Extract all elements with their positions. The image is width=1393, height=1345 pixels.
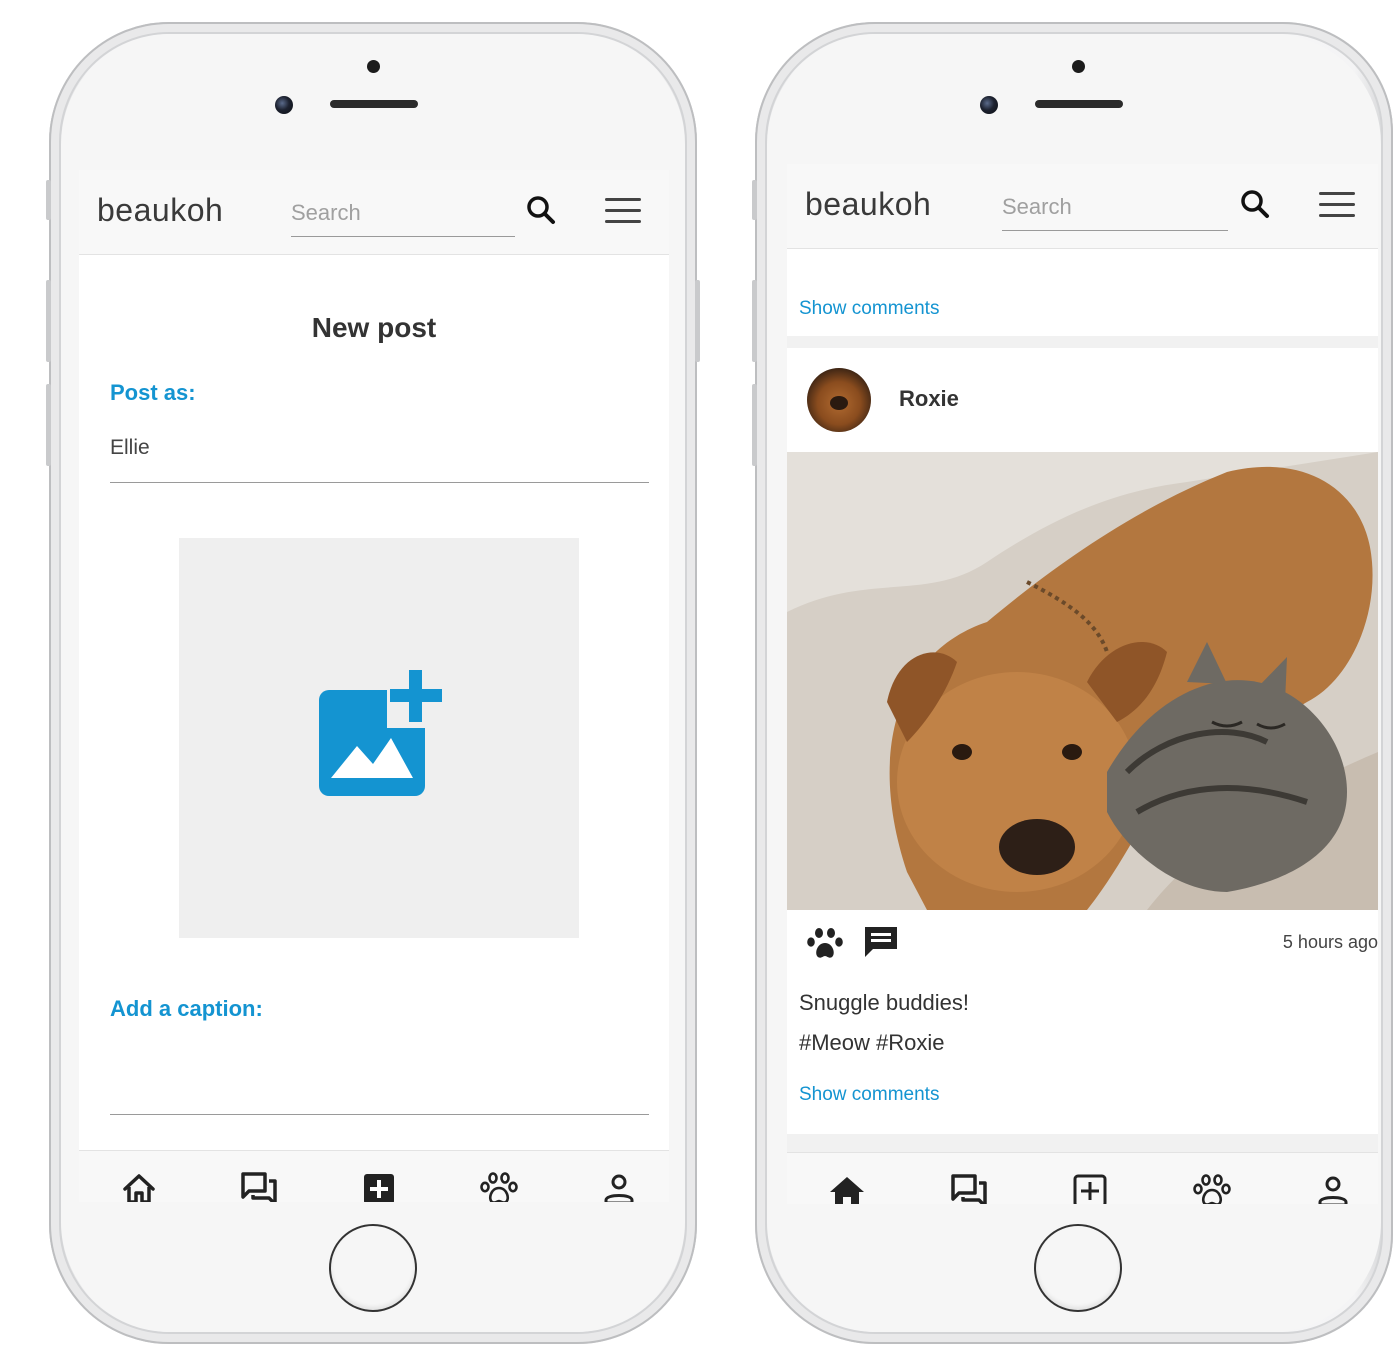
mute-switch — [46, 180, 51, 220]
search-icon[interactable] — [525, 194, 557, 226]
post-as-label: Post as: — [110, 380, 196, 405]
volume-up-button — [752, 280, 757, 362]
mute-switch — [752, 180, 757, 220]
top-bar: beaukoh — [79, 170, 669, 255]
search-icon[interactable] — [1239, 188, 1271, 220]
earpiece-speaker — [330, 100, 418, 108]
page-title: New post — [311, 312, 437, 343]
photo-upload-area[interactable] — [179, 538, 579, 938]
add-icon[interactable] — [359, 1169, 399, 1202]
paw-like-icon[interactable] — [807, 926, 843, 962]
caption-label: Add a caption: — [110, 996, 263, 1021]
comment-icon[interactable] — [863, 924, 899, 960]
home-icon[interactable] — [827, 1171, 867, 1204]
post-timestamp: 5 hours ago — [1282, 932, 1378, 952]
front-camera — [980, 96, 998, 114]
show-comments-link[interactable]: Show comments — [799, 298, 939, 320]
post-divider — [787, 1134, 1378, 1152]
chat-icon[interactable] — [949, 1171, 989, 1204]
paw-icon[interactable] — [479, 1169, 519, 1202]
home-button[interactable] — [1034, 1224, 1122, 1312]
volume-down-button — [46, 384, 51, 466]
caption-underline — [110, 1114, 649, 1115]
power-button — [695, 280, 700, 362]
brand-logo[interactable]: beaukoh — [805, 186, 931, 223]
proximity-sensor — [367, 60, 380, 73]
app-screen: beaukoh Show comments Roxie — [787, 164, 1378, 1204]
profile-icon[interactable] — [599, 1169, 639, 1202]
search-input[interactable] — [291, 190, 515, 237]
search-input[interactable] — [1002, 184, 1228, 231]
hamburger-menu-icon[interactable] — [605, 198, 641, 224]
post-card: Roxie 5 hours ago Snuggle buddies! #Meow… — [787, 348, 1378, 1134]
post-photo[interactable] — [787, 452, 1378, 910]
post-hashtags[interactable]: #Meow #Roxie — [799, 1030, 945, 1056]
home-icon[interactable] — [119, 1169, 159, 1202]
bottom-nav — [787, 1152, 1378, 1204]
post-divider — [787, 336, 1378, 348]
home-button[interactable] — [329, 1224, 417, 1312]
add-photo-icon — [319, 668, 447, 796]
post-photo-illustration — [787, 452, 1378, 910]
show-comments-link[interactable]: Show comments — [799, 1084, 939, 1106]
author-name[interactable]: Roxie — [899, 386, 959, 412]
earpiece-speaker — [1035, 100, 1123, 108]
profile-icon[interactable] — [1313, 1171, 1353, 1204]
post-caption-line1: Snuggle buddies! — [799, 990, 970, 1015]
bottom-nav — [79, 1150, 669, 1202]
right-phone: beaukoh Show comments Roxie — [752, 22, 1393, 1344]
paw-icon[interactable] — [1192, 1171, 1232, 1204]
hamburger-menu-icon[interactable] — [1319, 192, 1355, 218]
front-camera — [275, 96, 293, 114]
volume-up-button — [46, 280, 51, 362]
brand-logo[interactable]: beaukoh — [97, 192, 223, 229]
left-phone: beaukoh New post Post as: Ellie Add — [46, 22, 700, 1344]
add-icon[interactable] — [1070, 1171, 1110, 1204]
author-avatar[interactable] — [807, 368, 871, 432]
post-as-underline — [110, 482, 649, 483]
top-bar: beaukoh — [787, 164, 1378, 249]
app-screen: beaukoh New post Post as: Ellie Add — [79, 170, 669, 1202]
caption-input[interactable] — [110, 1038, 649, 1114]
proximity-sensor — [1072, 60, 1085, 73]
post-as-select[interactable]: Ellie — [110, 436, 150, 460]
volume-down-button — [752, 384, 757, 466]
chat-icon[interactable] — [239, 1169, 279, 1202]
